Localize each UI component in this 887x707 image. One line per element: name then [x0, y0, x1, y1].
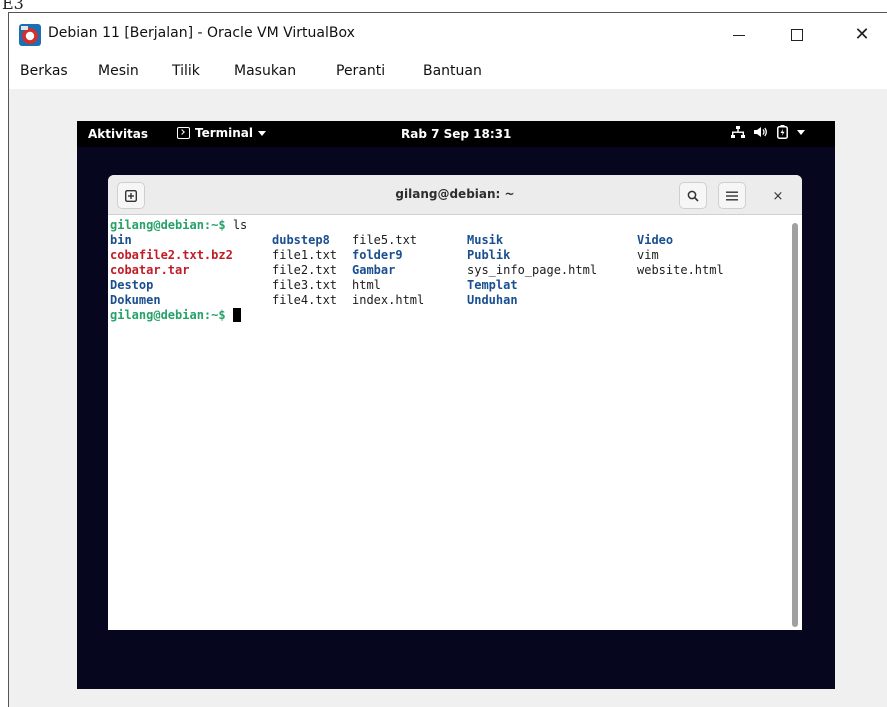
ls-entry: file5.txt [352, 233, 418, 247]
gnome-top-bar: Aktivitas Terminal Rab 7 Sep 18:31 [77, 121, 835, 147]
ls-entry: html [352, 278, 381, 292]
terminal-prompt: gilang@debian:~$ [110, 218, 226, 232]
ls-entry: vim [637, 248, 659, 262]
battery-icon [777, 125, 788, 139]
ls-entry: index.html [352, 293, 425, 307]
ls-entry: dubstep8 [272, 233, 330, 247]
ls-entry: Video [637, 233, 674, 247]
ls-entry: cobafile2.txt.bz2 [110, 248, 233, 262]
ls-entry: Destop [110, 278, 154, 292]
search-button[interactable] [679, 182, 707, 209]
volume-icon [754, 127, 767, 137]
ls-entry: file4.txt [272, 293, 338, 307]
ls-entry: file3.txt [272, 278, 338, 292]
menu-masukan[interactable]: Masukan [234, 63, 296, 79]
terminal-line: gilang@debian:~$ ls [110, 218, 247, 233]
terminal-line: gilang@debian:~$ [110, 308, 241, 323]
app-menu[interactable]: Terminal [177, 126, 267, 140]
terminal-header-bar[interactable]: gilang@debian: ~ × [108, 175, 802, 215]
virtualbox-window: Debian 11 [Berjalan] - Oracle VM Virtual… [8, 12, 887, 707]
clock[interactable]: Rab 7 Sep 18:31 [401, 127, 511, 141]
title-bar[interactable]: Debian 11 [Berjalan] - Oracle VM Virtual… [9, 13, 887, 57]
ls-entry: sys_info_page.html [467, 263, 598, 277]
terminal-close-button[interactable]: × [766, 184, 790, 208]
system-tray[interactable] [731, 125, 805, 139]
close-icon: ✕ [854, 24, 870, 45]
ls-entry: Dokumen [110, 293, 161, 307]
ls-entry: Publik [467, 248, 511, 262]
hamburger-menu-button[interactable] [718, 182, 746, 209]
ls-entry: website.html [637, 263, 724, 277]
menu-bantuan[interactable]: Bantuan [423, 63, 482, 79]
minimize-button[interactable] [716, 13, 762, 57]
ls-entry: cobatar.tar [110, 263, 190, 277]
ls-entry: Templat [467, 278, 518, 292]
maximize-button[interactable] [774, 13, 820, 57]
terminal-icon [177, 127, 190, 139]
virtualbox-icon [19, 24, 41, 46]
activities-button[interactable]: Aktivitas [88, 127, 148, 141]
ls-entry: file1.txt [272, 248, 338, 262]
ls-entry: Musik [467, 233, 504, 247]
close-icon: × [772, 188, 784, 204]
terminal-output[interactable]: gilang@debian:~$ ls bin dubstep8 file5.txt… [108, 215, 802, 630]
terminal-window: gilang@debian: ~ × gilang@debian:~$ ls b… [108, 175, 802, 630]
terminal-command: ls [225, 218, 248, 232]
ls-entry: Gambar [352, 263, 396, 277]
menu-berkas[interactable]: Berkas [20, 63, 68, 79]
menu-tilik[interactable]: Tilik [172, 63, 200, 79]
ls-entry: file2.txt [272, 263, 338, 277]
maximize-icon [791, 29, 803, 41]
menu-bar: Berkas Mesin Tilik Masukan Peranti Bantu… [9, 57, 887, 89]
minimize-icon [733, 34, 745, 36]
ls-entry: Unduhan [467, 293, 518, 307]
terminal-scrollbar[interactable] [792, 223, 798, 627]
app-menu-label: Terminal [195, 126, 254, 140]
window-title: Debian 11 [Berjalan] - Oracle VM Virtual… [48, 25, 355, 41]
close-button[interactable]: ✕ [839, 13, 885, 57]
network-icon [731, 126, 745, 138]
ls-entry: bin [110, 233, 132, 247]
chevron-down-icon [797, 129, 805, 135]
menu-mesin[interactable]: Mesin [98, 63, 139, 79]
terminal-prompt: gilang@debian:~$ [110, 308, 226, 322]
hamburger-menu-icon [726, 191, 738, 200]
ls-entry: folder9 [352, 248, 403, 262]
menu-peranti[interactable]: Peranti [336, 63, 385, 79]
search-icon [687, 190, 699, 202]
vm-display[interactable]: Aktivitas Terminal Rab 7 Sep 18:31 gilan… [77, 121, 835, 689]
text-cursor [232, 308, 241, 322]
chevron-down-icon [258, 130, 267, 136]
